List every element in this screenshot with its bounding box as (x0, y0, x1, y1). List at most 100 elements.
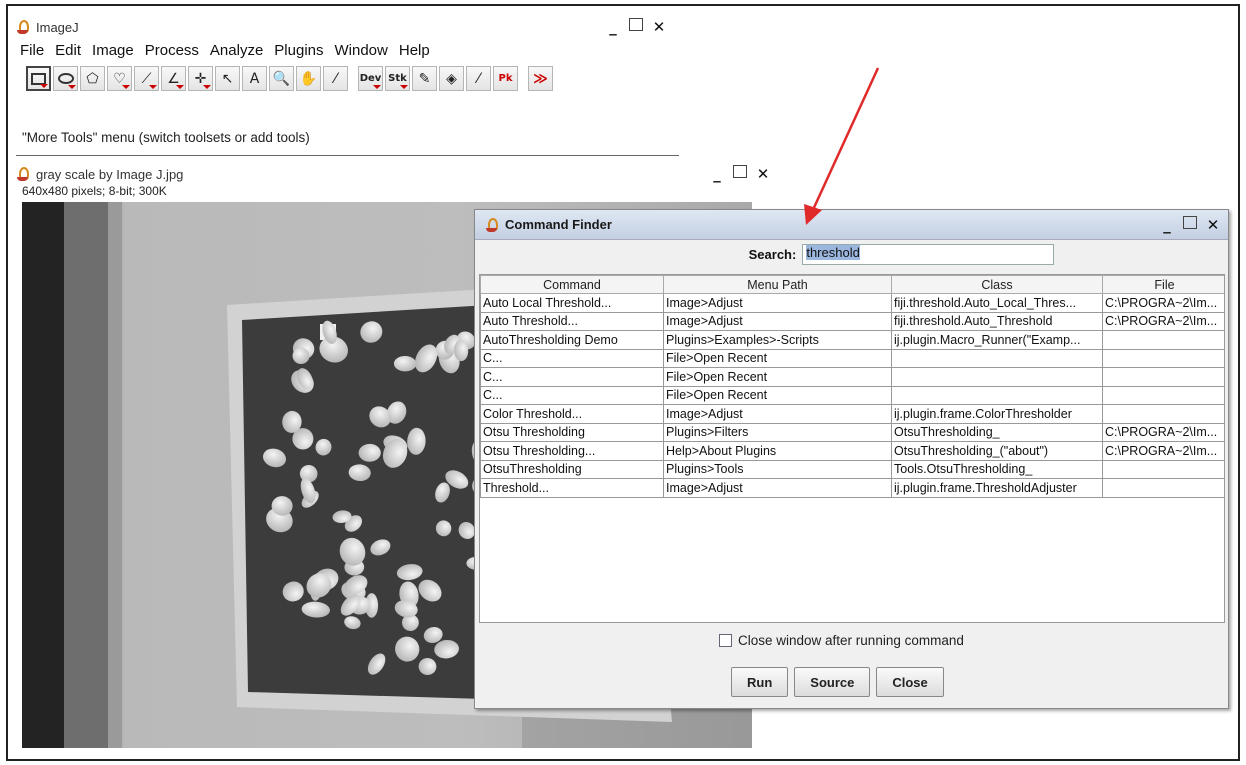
line-tool-button[interactable]: ⟋ (134, 66, 159, 91)
close-window-checkbox[interactable] (719, 634, 732, 647)
command-finder-title-bar[interactable]: Command Finder _ ✕ (475, 210, 1228, 240)
table-row[interactable]: C... File>Open Recent (480, 367, 1224, 387)
angle-tool-button[interactable]: ∠ (161, 66, 186, 91)
command-results-table[interactable]: Command Menu Path Class File Auto Local Thr… (479, 274, 1225, 623)
image-window-controls: _ ✕ (706, 165, 774, 183)
magnifier-tool-button[interactable]: 🔍 (269, 66, 294, 91)
table-cell: Plugins>Tools (663, 459, 892, 479)
imagej-status-text: "More Tools" menu (switch toolsets or ad… (22, 130, 310, 145)
submenu-indicator-icon (176, 85, 184, 89)
minimize-icon[interactable]: _ (602, 18, 624, 36)
flood-fill-tool-icon: ◈ (446, 70, 457, 87)
close-button[interactable]: Close (876, 667, 944, 697)
text-tool-button[interactable]: A (242, 66, 267, 91)
wand-tool-button[interactable]: ↖ (215, 66, 240, 91)
rectangle-tool-button[interactable] (26, 66, 51, 91)
minimize-icon[interactable]: _ (706, 165, 728, 183)
stk-menu-tool-button[interactable]: Stk (385, 66, 410, 91)
table-row[interactable]: Otsu Thresholding Plugins>Filters OtsuThre… (480, 422, 1224, 442)
image-tool-icon: Pk (498, 73, 513, 84)
table-cell: OtsuThresholding_ (891, 422, 1103, 442)
column-header-file[interactable]: File (1102, 275, 1224, 294)
table-row[interactable]: Threshold... Image>Adjust ij.plugin.frame.… (480, 478, 1224, 498)
table-cell (1102, 478, 1224, 498)
image-window-title-bar[interactable]: gray scale by Image J.jpg _ ✕ (16, 164, 786, 184)
color-picker-tool-button[interactable]: ⁄ (323, 66, 348, 91)
imagej-title-bar[interactable]: ImageJ _ ✕ (16, 16, 676, 38)
image-tool-button[interactable]: Pk (493, 66, 518, 91)
menu-image[interactable]: Image (92, 42, 134, 59)
brush-tool-button[interactable]: ✎ (412, 66, 437, 91)
table-cell: Image>Adjust (663, 404, 892, 424)
maximize-icon[interactable] (629, 18, 643, 31)
menu-edit[interactable]: Edit (55, 42, 81, 59)
submenu-indicator-icon (203, 85, 211, 89)
minimize-icon[interactable]: _ (1156, 216, 1178, 234)
freehand-tool-button[interactable]: ♡ (107, 66, 132, 91)
menu-file[interactable]: File (20, 42, 44, 59)
table-cell (1102, 404, 1224, 424)
table-row[interactable]: Otsu Thresholding... Help>About Plugins Ot… (480, 441, 1224, 461)
maximize-icon[interactable] (733, 165, 747, 178)
table-row[interactable]: Auto Local Threshold... Image>Adjust fiji.… (480, 293, 1224, 313)
menu-help[interactable]: Help (399, 42, 430, 59)
submenu-indicator-icon (40, 84, 48, 88)
table-cell: File>Open Recent (663, 367, 892, 387)
java-icon (16, 166, 30, 182)
close-icon[interactable]: ✕ (648, 18, 670, 36)
table-row[interactable]: AutoThresholding Demo Plugins>Examples>-S… (480, 330, 1224, 350)
close-icon[interactable]: ✕ (752, 165, 774, 183)
column-header-menu-path[interactable]: Menu Path (663, 275, 892, 294)
image-window-title: gray scale by Image J.jpg (36, 166, 184, 182)
column-header-command[interactable]: Command (480, 275, 664, 294)
column-header-class[interactable]: Class (891, 275, 1103, 294)
submenu-indicator-icon (373, 85, 381, 89)
table-cell: Threshold... (480, 478, 664, 498)
close-window-option[interactable]: Close window after running command (719, 633, 964, 648)
table-row[interactable]: Auto Threshold... Image>Adjust fiji.thresh… (480, 311, 1224, 331)
table-row[interactable]: C... File>Open Recent (480, 348, 1224, 368)
table-cell: Plugins>Examples>-Scripts (663, 330, 892, 350)
table-cell: Tools.OtsuThresholding_ (891, 459, 1103, 479)
oval-tool-button[interactable] (53, 66, 78, 91)
pick-tool-icon: ⁄ (477, 70, 480, 87)
search-input[interactable]: threshold (802, 244, 1055, 265)
image-info-text: 640x480 pixels; 8-bit; 300K (22, 184, 167, 198)
flood-fill-tool-button[interactable]: ◈ (439, 66, 464, 91)
table-cell (891, 348, 1103, 368)
maximize-icon[interactable] (1183, 216, 1197, 229)
table-cell (1102, 367, 1224, 387)
table-cell: Image>Adjust (663, 478, 892, 498)
table-row[interactable]: Color Threshold... Image>Adjust ij.plugin.… (480, 404, 1224, 424)
pick-tool-button[interactable]: ⁄ (466, 66, 491, 91)
table-cell: C... (480, 385, 664, 405)
table-cell: fiji.threshold.Auto_Threshold (891, 311, 1103, 331)
menu-process[interactable]: Process (145, 42, 199, 59)
stk-menu-tool-icon: Stk (388, 73, 407, 84)
table-cell: ij.plugin.Macro_Runner("Examp... (891, 330, 1103, 350)
source-button[interactable]: Source (794, 667, 871, 697)
table-cell: Otsu Thresholding... (480, 441, 664, 461)
table-cell: Help>About Plugins (663, 441, 892, 461)
text-tool-icon: A (249, 70, 260, 87)
submenu-indicator-icon (68, 85, 76, 89)
table-row[interactable]: OtsuThresholding Plugins>Tools Tools.OtsuT… (480, 459, 1224, 479)
point-tool-button[interactable]: ✛ (188, 66, 213, 91)
hand-tool-button[interactable]: ✋ (296, 66, 321, 91)
table-cell: C:\PROGRA~2\Im... (1102, 441, 1224, 461)
table-cell (891, 367, 1103, 387)
menu-window[interactable]: Window (335, 42, 388, 59)
more-tools-button[interactable]: ≫ (528, 66, 553, 91)
table-cell: ij.plugin.frame.ColorThresholder (891, 404, 1103, 424)
table-cell: AutoThresholding Demo (480, 330, 664, 350)
menu-plugins[interactable]: Plugins (274, 42, 323, 59)
dev-menu-tool-button[interactable]: Dev (358, 66, 383, 91)
table-cell (1102, 348, 1224, 368)
oval-icon (57, 73, 74, 84)
run-button[interactable]: Run (731, 667, 789, 697)
polygon-tool-button[interactable]: ⬠ (80, 66, 105, 91)
table-cell (891, 385, 1103, 405)
table-row[interactable]: C... File>Open Recent (480, 385, 1224, 405)
close-icon[interactable]: ✕ (1202, 216, 1224, 234)
menu-analyze[interactable]: Analyze (210, 42, 263, 59)
